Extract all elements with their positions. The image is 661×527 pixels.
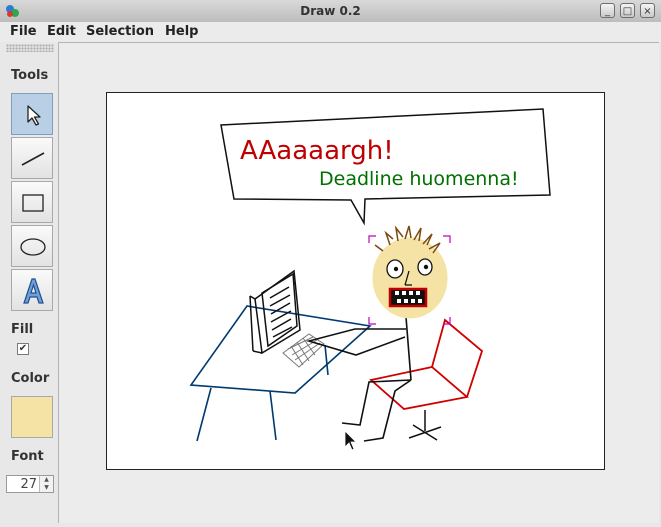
line-tool-button[interactable] bbox=[11, 137, 53, 179]
ellipse-tool-button[interactable] bbox=[11, 225, 53, 267]
menu-help[interactable]: Help bbox=[165, 24, 198, 39]
speech-big-text: AAaaaargh! bbox=[240, 136, 394, 166]
desk-drawing bbox=[189, 305, 372, 442]
drawing-canvas[interactable]: AAaaaargh! Deadline huomenna! bbox=[106, 92, 605, 470]
font-size-spinner[interactable]: 27 ▲ ▼ bbox=[6, 475, 54, 493]
text-tool-button[interactable] bbox=[11, 269, 53, 311]
chair-drawing bbox=[369, 318, 484, 410]
chair-base-drawing bbox=[408, 410, 442, 441]
color-label: Color bbox=[11, 371, 50, 386]
menu-selection[interactable]: Selection bbox=[86, 24, 154, 39]
line-icon bbox=[21, 152, 45, 166]
close-button[interactable]: × bbox=[640, 3, 655, 18]
toolbar-grip[interactable] bbox=[6, 44, 54, 52]
monitor-drawing bbox=[249, 269, 301, 355]
window-title: Draw 0.2 bbox=[300, 4, 361, 18]
ellipse-icon bbox=[20, 238, 46, 256]
select-tool-button[interactable] bbox=[11, 93, 53, 135]
fill-label: Fill bbox=[11, 322, 34, 337]
spinner-up-arrow-icon[interactable]: ▲ bbox=[39, 476, 53, 484]
color-swatch[interactable] bbox=[11, 396, 53, 438]
drawing-content: AAaaaargh! Deadline huomenna! bbox=[189, 108, 551, 451]
menu-edit[interactable]: Edit bbox=[47, 24, 76, 39]
speech-small-text: Deadline huomenna! bbox=[319, 168, 519, 190]
menu-bar: File Edit Selection Help bbox=[0, 22, 661, 42]
font-label: Font bbox=[11, 449, 44, 464]
rectangle-tool-button[interactable] bbox=[11, 181, 53, 223]
fill-checkbox[interactable]: ✔ bbox=[17, 343, 29, 355]
spinner-down-arrow-icon[interactable]: ▼ bbox=[39, 484, 53, 492]
text-a-icon bbox=[23, 278, 44, 304]
tools-label: Tools bbox=[11, 68, 49, 83]
maximize-button[interactable]: □ bbox=[620, 3, 635, 18]
rectangle-icon bbox=[22, 194, 44, 212]
speech-bubble bbox=[220, 108, 551, 226]
minimize-button[interactable]: _ bbox=[600, 3, 615, 18]
arrow-pointer-icon bbox=[27, 105, 41, 126]
title-bar: Draw 0.2 _ □ × bbox=[0, 0, 661, 23]
font-size-value[interactable]: 27 bbox=[20, 477, 37, 492]
face-drawing bbox=[372, 225, 448, 319]
menu-file[interactable]: File bbox=[10, 24, 37, 39]
mouse-cursor-icon bbox=[344, 430, 357, 451]
